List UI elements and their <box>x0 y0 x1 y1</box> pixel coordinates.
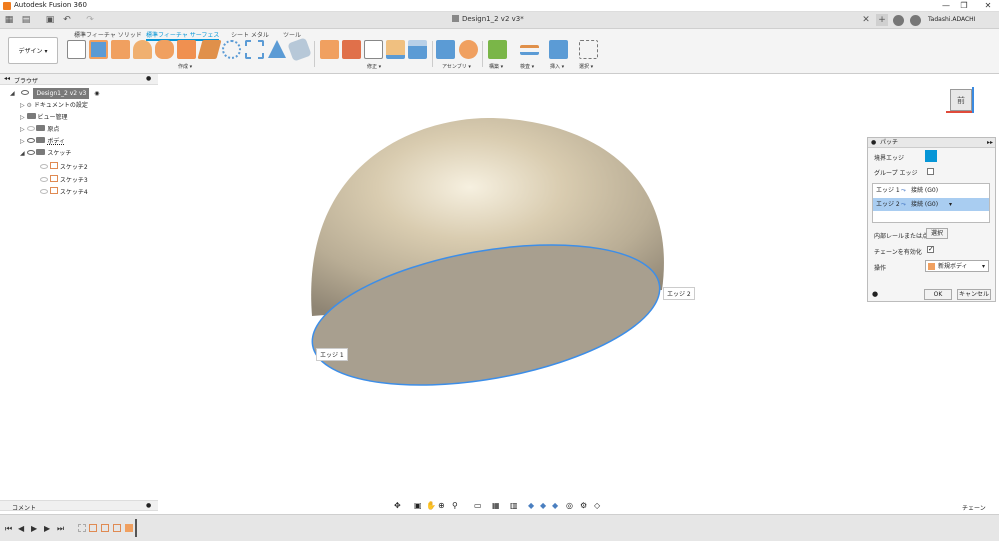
operation-value: 新規ボディ <box>938 263 968 270</box>
cube-icon[interactable]: ◆ <box>552 501 558 510</box>
fit-icon[interactable]: ⚲ <box>452 501 458 510</box>
chain-label: チェーンを有効化 <box>874 249 922 256</box>
edge-row-name: エッジ 2 <box>876 201 900 208</box>
cancel-button[interactable]: キャンセル <box>957 289 991 300</box>
group-edges-checkbox[interactable] <box>927 168 934 175</box>
sphere-icon[interactable]: ◎ <box>566 501 573 510</box>
comment-bar: コメント ● <box>0 500 158 512</box>
group-edges-label: グループ エッジ <box>874 170 918 177</box>
viewcube[interactable]: 前 <box>944 83 976 115</box>
boundary-edges-select-button[interactable] <box>925 150 937 162</box>
timeline-sketch-icon[interactable] <box>89 524 97 532</box>
edge2-label: エッジ 2 <box>663 287 695 300</box>
patch-dialog-header: ● パッチ ▸▸ <box>868 138 995 148</box>
chevron-down-icon[interactable]: ▾ <box>949 198 952 211</box>
timeline-sketch-icon[interactable] <box>101 524 109 532</box>
cube-icon[interactable]: ◆ <box>540 501 546 510</box>
edge-row[interactable]: エッジ 2 ⤳ 接続 (G0) ▾ <box>873 198 989 211</box>
cube-icon[interactable]: ◆ <box>528 501 534 510</box>
interior-rails-select-button[interactable]: 選択 <box>926 228 948 239</box>
patch-dialog: ● パッチ ▸▸ 境界エッジ グループ エッジ エッジ 1 ⤳ 接続 (G0) … <box>867 137 996 302</box>
continuity-icon: ⤳ <box>901 187 906 194</box>
step-back-icon[interactable]: ◀ <box>18 524 24 533</box>
display-settings-icon[interactable]: ▭ <box>474 501 482 510</box>
viewcube-front[interactable]: 前 <box>950 89 972 111</box>
operation-label: 操作 <box>874 265 887 272</box>
look-at-icon[interactable]: ▣ <box>414 501 422 510</box>
collapse-icon[interactable]: ● <box>871 138 876 148</box>
new-body-icon <box>928 263 935 270</box>
viewports-icon[interactable]: ▥ <box>510 501 518 510</box>
edge-row-name: エッジ 1 <box>876 187 900 194</box>
pin-icon[interactable]: ● <box>146 502 151 509</box>
continuity-icon: ⤳ <box>901 201 906 208</box>
timeline: ⏮ ◀ ▶ ▶ ⏭ <box>0 514 999 541</box>
timeline-patch-icon[interactable] <box>125 524 133 532</box>
go-to-end-icon[interactable]: ⏭ <box>57 524 64 534</box>
navigation-bar: ✥ ▣ ✋ ⊕ ⚲ ▭ ▦ ▥ ◆ ◆ ◆ ◎ ⚙ ◇ <box>392 500 606 514</box>
axis-x-icon <box>946 111 974 113</box>
chain-checkbox[interactable]: ✓ <box>927 246 934 253</box>
interior-rails-label: 内部レールまたは点 <box>874 233 929 240</box>
edge-row-continuity[interactable]: 接続 (G0) <box>911 198 938 211</box>
settings-icon[interactable]: ⚙ <box>580 501 587 510</box>
edge1-label: エッジ 1 <box>316 348 348 361</box>
select-label: 選択 <box>930 230 943 237</box>
timeline-marker[interactable] <box>135 519 137 537</box>
cube-outline-icon[interactable]: ◇ <box>594 501 600 510</box>
axis-z-icon <box>972 87 974 113</box>
orbit-icon[interactable]: ✥ <box>394 501 401 510</box>
go-to-start-icon[interactable]: ⏮ <box>5 524 12 534</box>
comment-label: コメント <box>12 505 37 512</box>
patch-title: パッチ <box>880 139 899 146</box>
edge-row[interactable]: エッジ 1 ⤳ 接続 (G0) <box>873 185 989 197</box>
timeline-feature[interactable] <box>78 524 86 532</box>
step-forward-icon[interactable]: ▶ <box>44 524 50 533</box>
info-icon[interactable]: ● <box>872 290 878 298</box>
boundary-edges-label: 境界エッジ <box>874 155 905 162</box>
zoom-icon[interactable]: ⊕ <box>438 501 445 510</box>
expand-dialog-icon[interactable]: ▸▸ <box>987 138 993 148</box>
grid-settings-icon[interactable]: ▦ <box>492 501 500 510</box>
ok-button[interactable]: OK <box>924 289 952 300</box>
timeline-sketch-icon[interactable] <box>113 524 121 532</box>
status-text: チェーン <box>962 505 986 512</box>
pan-icon[interactable]: ✋ <box>426 501 436 510</box>
edge-row-continuity[interactable]: 接続 (G0) <box>911 185 938 197</box>
play-icon[interactable]: ▶ <box>31 524 37 533</box>
viewport-canvas[interactable] <box>0 0 999 541</box>
edge-table: エッジ 1 ⤳ 接続 (G0) エッジ 2 ⤳ 接続 (G0) ▾ <box>872 183 990 223</box>
operation-select[interactable]: 新規ボディ ▾ <box>925 260 989 272</box>
chevron-down-icon: ▾ <box>981 263 985 270</box>
